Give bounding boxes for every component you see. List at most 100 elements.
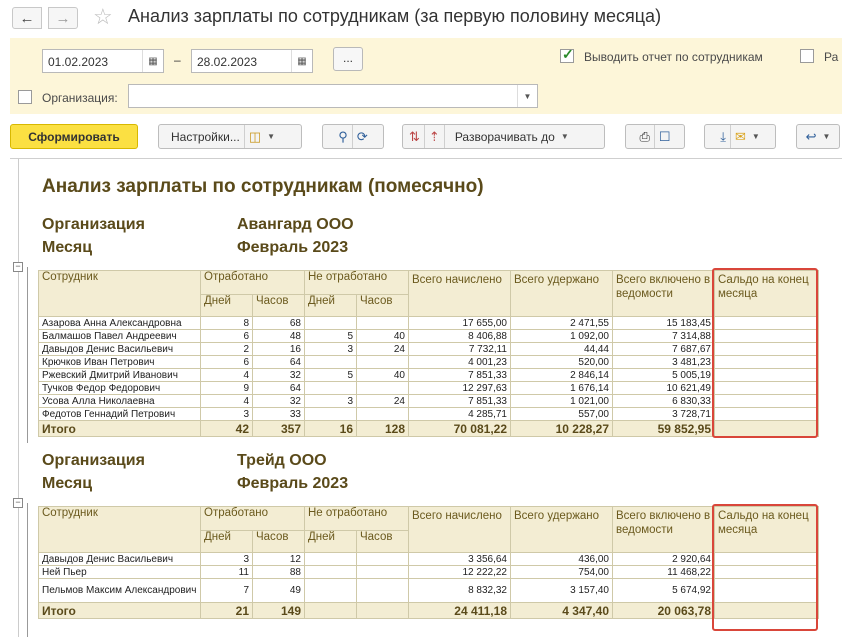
expand-icon[interactable]: ⇡ [429,129,440,145]
by-employee-checkbox[interactable] [560,46,574,63]
total-value: 16 [304,420,357,437]
column-header-in-statements: Всего включено в ведомости [612,506,715,553]
calendar-icon[interactable]: ▦ [142,50,163,72]
divider [443,125,445,148]
total-value: 70 081,22 [408,420,511,437]
chevron-down-icon: ▼ [822,132,831,141]
column-header-days: Дней [304,530,357,553]
table-row[interactable]: Давыдов Денис Васильевич 3 12 3 356,64 436,0… [38,552,819,566]
download-icon[interactable]: ⤓ [720,129,726,145]
table-row[interactable]: Крючков Иван Петрович 6 64 4 001,23 520,00 3 … [38,355,819,369]
employee-name-cell: Федотов Геннадий Петрович [38,407,201,421]
org-label: Организация [42,452,145,469]
value-cell: 2 [200,342,253,356]
table-row[interactable]: Тучков Федор Федорович 9 64 12 297,63 1 676,… [38,381,819,395]
value-cell: 32 [252,394,305,408]
total-value: 149 [252,602,305,619]
value-cell: 4 [200,368,253,382]
value-cell: 2 846,14 [510,368,613,382]
chevron-down-icon[interactable]: ▼ [517,85,537,107]
table-row[interactable]: Федотов Геннадий Петрович 3 33 4 285,71 557,… [38,407,819,421]
value-cell [356,407,409,421]
value-cell: 3 [304,394,357,408]
value-cell: 12 297,63 [408,381,511,395]
value-cell: 7 851,33 [408,394,511,408]
favorite-star-icon[interactable]: ☆ [93,4,113,30]
more-actions-button[interactable]: ↩ ▼ [796,124,840,149]
column-header-employee: Сотрудник [38,270,201,317]
org-value: Трейд ООО [237,452,327,469]
table-row[interactable]: Давыдов Денис Васильевич 2 16 3 24 7 732,11 44… [38,342,819,356]
value-cell: 12 [252,552,305,566]
value-cell: 49 [252,578,305,603]
period-select-button[interactable]: ... [333,47,363,71]
employee-name-cell: Азарова Анна Александровна [38,316,201,330]
report-area[interactable]: − − Анализ зарплаты по сотрудникам (поме… [10,158,842,637]
calendar-icon[interactable]: ▦ [291,50,312,72]
table-row[interactable]: Пельмов Максим Александрович 7 49 8 832,32 3… [38,578,819,603]
value-cell: 3 481,23 [612,355,715,369]
value-cell: 8 [200,316,253,330]
mail-icon[interactable]: ✉ [735,129,746,145]
total-value: 24 411,18 [408,602,511,619]
divider [729,125,731,148]
organization-checkbox[interactable] [18,90,32,104]
total-value: 4 347,40 [510,602,613,619]
table-row[interactable]: Ней Пьер 11 88 12 222,22 754,00 11 468,22 [38,565,819,579]
parameters-panel: 01.02.2023 ▦ – 28.02.2023 ▦ ... Выводить… [10,38,842,114]
date-to-value: 28.02.2023 [197,55,258,69]
total-label: Итого [38,420,201,437]
variant-icon[interactable]: ◫ [249,129,261,145]
value-cell: 11 [200,565,253,579]
total-value [304,602,357,619]
back-arrow-icon[interactable]: ← [12,7,42,29]
chevron-down-icon[interactable]: ▼ [752,132,760,141]
value-cell: 7 314,88 [612,329,715,343]
value-cell: 6 830,33 [612,394,715,408]
column-header-hours: Часов [356,294,409,317]
value-cell [356,552,409,566]
employee-name-cell: Усова Алла Николаевна [38,394,201,408]
employee-name-cell: Давыдов Денис Васильевич [38,342,201,356]
collapse-group-icon[interactable]: − [13,498,23,508]
value-cell: 10 621,49 [612,381,715,395]
balance-highlight [712,268,818,438]
date-from-field[interactable]: 01.02.2023 ▦ [42,49,164,73]
employee-name-cell: Балмашов Павел Андреевич [38,329,201,343]
column-header-withheld: Всего удержано [510,270,613,317]
export-group: ⤓ ✉ ▼ [704,124,776,149]
chevron-down-icon[interactable]: ▼ [561,132,569,141]
print-preview-icon[interactable]: ☐ [659,129,671,145]
total-value: 42 [200,420,253,437]
date-to-field[interactable]: 28.02.2023 ▦ [191,49,313,73]
month-label: Месяц [42,239,93,256]
search-icon[interactable]: ⚲ [338,129,348,145]
value-cell: 17 655,00 [408,316,511,330]
month-value: Февраль 2023 [237,475,349,492]
value-cell: 557,00 [510,407,613,421]
value-cell: 8 406,88 [408,329,511,343]
find-next-icon[interactable]: ⟳ [357,129,368,145]
outline-guide [18,159,19,637]
report-table: Сотрудник Отработано Не отработано Всего на… [38,270,819,437]
table-row[interactable]: Азарова Анна Александровна 8 68 17 655,00 2 … [38,316,819,330]
print-icon[interactable]: ⎙ [639,129,649,145]
organization-select[interactable]: ▼ [128,84,538,108]
value-cell: 24 [356,342,409,356]
collapse-icon[interactable]: ⇅ [409,129,420,145]
extra-option-checkbox[interactable] [800,49,814,63]
divider [423,125,425,148]
column-header-accrued: Всего начислено [408,270,511,317]
column-header-worked: Отработано [200,506,305,531]
expand-to-label[interactable]: Разворачивать до [455,130,555,144]
value-cell [356,355,409,369]
settings-button[interactable]: Настройки... ◫ ▼ [158,124,302,149]
value-cell [304,552,357,566]
generate-button[interactable]: Сформировать [10,124,138,149]
table-row[interactable]: Балмашов Павел Андреевич 6 48 5 40 8 406,88 1 … [38,329,819,343]
table-row[interactable]: Ржевский Дмитрий Иванович 4 32 5 40 7 851,33 2… [38,368,819,382]
collapse-group-icon[interactable]: − [13,262,23,272]
forward-arrow-icon[interactable]: → [48,7,78,29]
table-row[interactable]: Усова Алла Николаевна 4 32 3 24 7 851,33 1 021… [38,394,819,408]
chevron-down-icon[interactable]: ▼ [267,132,275,141]
